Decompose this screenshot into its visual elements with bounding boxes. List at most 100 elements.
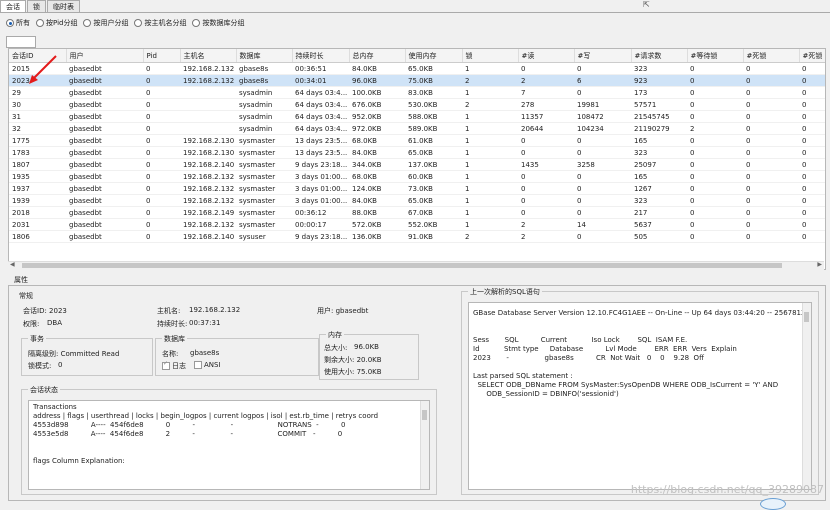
table-cell: [180, 98, 236, 111]
filter-by-database[interactable]: 按数据库分组: [192, 18, 244, 28]
table-cell: 192.168.2.130: [180, 134, 236, 147]
table-cell: 0: [518, 134, 574, 147]
table-cell: 0: [799, 98, 825, 111]
filter-all[interactable]: 所有: [6, 18, 30, 28]
scroll-right-icon[interactable]: ▶: [817, 261, 822, 268]
table-row[interactable]: 2031 gbasedbt 0 192.168.2.132 sysmaster 00:00…: [9, 218, 825, 231]
table-cell: 0: [518, 194, 574, 207]
table-cell: 972.0KB: [349, 122, 405, 135]
table-cell: sysuser: [236, 230, 292, 243]
table-row[interactable]: 31 gbasedbt 0 sysadmin 64 days 03:4... 952.0K…: [9, 110, 825, 123]
table-cell: 192.168.2.140: [180, 230, 236, 243]
table-cell: 0: [574, 230, 631, 243]
column-header[interactable]: #写: [574, 49, 632, 63]
table-cell: 0: [743, 122, 799, 135]
session-state-scrollbar[interactable]: [420, 401, 429, 489]
table-row[interactable]: 29 gbasedbt 0 sysadmin 64 days 03:4... 100.0K…: [9, 86, 825, 99]
table-row[interactable]: 30 gbasedbt 0 sysadmin 64 days 03:4... 676.0K…: [9, 98, 825, 111]
column-header[interactable]: 用户: [66, 49, 144, 63]
table-cell: 30: [9, 98, 66, 111]
table-row[interactable]: 1939 gbasedbt 0 192.168.2.132 sysmaster 3 day…: [9, 194, 825, 207]
mem-free-label: 剩余大小: 20.0KB: [324, 356, 382, 364]
column-header[interactable]: 持续时长: [292, 49, 350, 63]
table-cell: 0: [143, 86, 180, 99]
column-header[interactable]: 总内存: [349, 49, 406, 63]
session-id-label: 会话ID: 2023: [23, 307, 67, 315]
table-cell: 1935: [9, 170, 66, 183]
session-grid[interactable]: 会话ID 用户 Pid 主机名 数据库 持续时长 总内存 使用内存锁 #读 #写 #请求数 #等待锁 #…: [8, 48, 826, 270]
table-cell: 0: [574, 194, 631, 207]
scrollbar-thumb[interactable]: [22, 263, 782, 268]
table-row[interactable]: 2018 gbasedbt 0 192.168.2.149 sysmaster 00:36…: [9, 206, 825, 219]
table-row[interactable]: 32 gbasedbt 0 sysadmin 64 days 03:4... 972.0K…: [9, 122, 825, 135]
floating-widget-icon[interactable]: [760, 498, 786, 510]
table-cell: 1: [462, 170, 518, 183]
memory-group: 内存 总大小: 96.0KB 剩余大小: 20.0KB 使用大小: 75.0KB: [319, 330, 419, 380]
session-state-textbox[interactable]: Transactions address | flags | userthrea…: [28, 400, 430, 490]
table-cell: 192.168.2.140: [180, 158, 236, 171]
table-cell: 6: [574, 74, 631, 87]
column-header[interactable]: #请求数: [631, 49, 688, 63]
column-header[interactable]: #死锁: [743, 49, 800, 63]
column-header[interactable]: #等待锁: [687, 49, 744, 63]
table-cell: 137.0KB: [405, 158, 462, 171]
table-cell: 0: [799, 62, 825, 75]
table-cell: 124.0KB: [349, 182, 405, 195]
table-row[interactable]: 2015 gbasedbt 0 192.168.2.132 gbase8s 00:36:5…: [9, 62, 825, 75]
ansi-checkbox[interactable]: ANSI: [194, 361, 221, 369]
table-cell: 7: [518, 86, 574, 99]
db-name-label: 名称:: [162, 350, 179, 358]
table-cell: 0: [574, 170, 631, 183]
table-cell: 0: [799, 206, 825, 219]
grid-horizontal-scrollbar[interactable]: ◀ ▶: [8, 261, 824, 270]
table-cell: 0: [143, 218, 180, 231]
table-cell: 0: [574, 86, 631, 99]
table-cell: 5637: [631, 218, 687, 231]
table-cell: 0: [743, 170, 799, 183]
table-row[interactable]: 1935 gbasedbt 0 192.168.2.132 sysmaster 3 day…: [9, 170, 825, 183]
column-header[interactable]: #读: [518, 49, 575, 63]
filter-by-user[interactable]: 按用户分组: [83, 18, 128, 28]
scrollbar-thumb[interactable]: [422, 410, 427, 420]
scroll-left-icon[interactable]: ◀: [10, 261, 15, 268]
table-row[interactable]: 1937 gbasedbt 0 192.168.2.132 sysmaster 3 day…: [9, 182, 825, 195]
sql-scrollbar[interactable]: [802, 303, 811, 489]
table-cell: 192.168.2.132: [180, 170, 236, 183]
table-cell: 29: [9, 86, 66, 99]
column-header[interactable]: 数据库: [236, 49, 293, 63]
grid-toggle-box[interactable]: [6, 36, 36, 48]
filter-by-host[interactable]: 按主机名分组: [134, 18, 186, 28]
column-header[interactable]: #死锁: [799, 49, 825, 63]
table-cell: gbasedbt: [66, 218, 143, 231]
table-cell: 3258: [574, 158, 631, 171]
table-row[interactable]: 1806 gbasedbt 0 192.168.2.140 sysuser 9 days …: [9, 230, 825, 243]
table-cell: 2: [462, 74, 518, 87]
table-cell: 0: [687, 86, 743, 99]
table-cell: 20644: [518, 122, 574, 135]
database-group: 数据库 名称: gbase8s 日志 ANSI: [155, 334, 319, 376]
filter-by-pid[interactable]: 按Pid分组: [36, 18, 77, 28]
column-header[interactable]: Pid: [143, 49, 181, 63]
transaction-group: 事务 隔离级别: Committed Read 锁模式: 0: [21, 334, 153, 376]
column-header[interactable]: 锁: [462, 49, 519, 63]
column-header[interactable]: 使用内存: [405, 49, 463, 63]
lock-mode-value: 0: [58, 361, 63, 369]
log-checkbox[interactable]: 日志: [162, 360, 186, 371]
sql-textbox[interactable]: GBase Database Server Version 12.10.FC4G…: [468, 302, 812, 490]
table-cell: 68.0KB: [349, 134, 405, 147]
table-cell: 2018: [9, 206, 66, 219]
table-cell: 0: [143, 122, 180, 135]
table-cell: gbasedbt: [66, 86, 143, 99]
table-cell: 1775: [9, 134, 66, 147]
table-row[interactable]: 1783 gbasedbt 0 192.168.2.130 sysmaster 13 da…: [9, 146, 825, 159]
table-row[interactable]: 1807 gbasedbt 0 192.168.2.140 sysmaster 9 day…: [9, 158, 825, 171]
table-row[interactable]: 2023 gbasedbt 0 192.168.2.132 gbase8s 00:34:0…: [9, 74, 825, 87]
mouse-cursor-icon: ⇱: [643, 0, 650, 9]
table-cell: 0: [143, 146, 180, 159]
table-row[interactable]: 1775 gbasedbt 0 192.168.2.130 sysmaster 13 da…: [9, 134, 825, 147]
column-header[interactable]: 主机名: [180, 49, 237, 63]
table-cell: 65.0KB: [405, 62, 462, 75]
table-cell: 0: [143, 230, 180, 243]
scrollbar-thumb[interactable]: [804, 312, 809, 322]
table-cell: gbase8s: [236, 74, 292, 87]
